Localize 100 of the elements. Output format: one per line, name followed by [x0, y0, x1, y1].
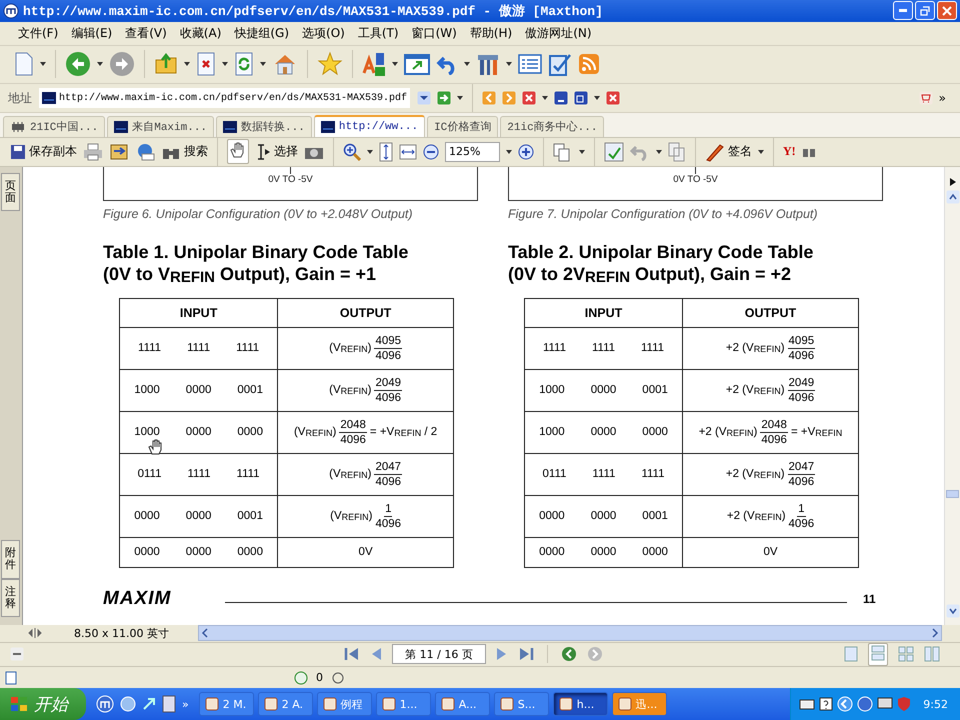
caret-icon[interactable]: [656, 150, 662, 154]
menu-item[interactable]: 编辑(E): [67, 24, 122, 42]
hand-tool-button[interactable]: [227, 139, 249, 164]
scroll-thumb[interactable]: [946, 490, 959, 498]
taskbar-button[interactable]: h...: [552, 692, 608, 716]
horizontal-scrollbar[interactable]: [198, 625, 942, 642]
restore-icon[interactable]: [574, 91, 588, 106]
fit-width-icon[interactable]: [399, 144, 417, 160]
overflow-chevron[interactable]: »: [938, 91, 946, 106]
dropdown-icon[interactable]: [417, 91, 432, 106]
scroll-up-icon[interactable]: [946, 190, 960, 204]
scroll-down-icon[interactable]: [946, 604, 960, 618]
taskbar-button[interactable]: 例程: [316, 692, 372, 716]
cart-icon[interactable]: [918, 91, 933, 106]
caret-icon[interactable]: [40, 62, 46, 66]
folder-icon[interactable]: [154, 52, 178, 76]
caret-icon[interactable]: [260, 62, 266, 66]
stop-icon[interactable]: [196, 52, 216, 76]
tools-icon[interactable]: [476, 52, 500, 76]
caret-icon[interactable]: [184, 62, 190, 66]
menu-item[interactable]: 查看(V): [121, 24, 176, 42]
spellcheck-icon[interactable]: [604, 142, 624, 162]
minimize-icon[interactable]: [554, 91, 568, 106]
restore-button[interactable]: [915, 1, 935, 20]
refresh-icon[interactable]: [234, 52, 254, 76]
page-number-field[interactable]: 第 11 / 16 页: [392, 644, 486, 664]
fit-height-icon[interactable]: [379, 142, 393, 162]
taskbar-button[interactable]: 2 A.: [258, 692, 313, 716]
go-icon[interactable]: [437, 91, 452, 106]
select-tool-button[interactable]: 选择: [255, 142, 298, 161]
collapse-icon[interactable]: [10, 647, 24, 662]
page-icon[interactable]: [14, 52, 34, 76]
save-copy-button[interactable]: 保存副本: [10, 143, 77, 160]
caret-icon[interactable]: [506, 150, 512, 154]
menu-item[interactable]: 工具(T): [354, 24, 408, 42]
menu-item[interactable]: 快捷组(G): [230, 24, 298, 42]
close-icon[interactable]: [606, 91, 620, 106]
caret-icon[interactable]: [97, 62, 103, 66]
star-icon[interactable]: [317, 51, 343, 78]
caret-icon[interactable]: [367, 150, 373, 154]
menu-item[interactable]: 收藏(A): [176, 24, 230, 42]
window-icon[interactable]: [404, 53, 430, 76]
side-tab[interactable]: 附件: [1, 540, 20, 578]
overflow-chevron[interactable]: »: [182, 698, 189, 710]
caret-icon[interactable]: [579, 150, 585, 154]
menu-item[interactable]: 傲游网址(N): [521, 24, 601, 42]
menu-item[interactable]: 文件(F): [14, 24, 68, 42]
sign-button[interactable]: 签名: [705, 142, 752, 162]
menu-item[interactable]: 窗口(W): [408, 24, 466, 42]
yahoo-button[interactable]: Y!: [783, 144, 796, 160]
printer-icon[interactable]: [83, 142, 103, 161]
back-icon[interactable]: [65, 51, 91, 78]
transfer-icon[interactable]: [109, 142, 129, 161]
monitor-icon[interactable]: [877, 697, 894, 711]
minimize-button[interactable]: [893, 1, 913, 20]
caret-icon[interactable]: [758, 150, 764, 154]
browser-tab[interactable]: http://ww...: [314, 114, 426, 137]
split-icon[interactable]: [28, 627, 42, 640]
taskbar-button[interactable]: S...: [494, 692, 549, 716]
side-tab[interactable]: 注释: [1, 578, 20, 617]
edit-icon[interactable]: [548, 52, 572, 76]
browser-tab[interactable]: IC价格查询: [427, 116, 498, 137]
caret-icon[interactable]: [222, 62, 228, 66]
taskbar-button[interactable]: 2 M.: [198, 692, 254, 716]
close-button[interactable]: [937, 1, 957, 20]
hand-cursor-icon[interactable]: [148, 438, 162, 455]
zoom-in-icon[interactable]: [518, 144, 534, 160]
menu-item[interactable]: 选项(O): [298, 24, 354, 42]
arrow-icon[interactable]: [142, 697, 156, 711]
browser-tab[interactable]: 数据转换...: [216, 116, 312, 137]
menu-item[interactable]: 帮助(H): [466, 24, 522, 42]
back-icon[interactable]: [561, 646, 577, 662]
side-tab[interactable]: 页面: [1, 172, 20, 211]
browser-tab[interactable]: 来自Maxim...: [107, 116, 214, 137]
caret-icon[interactable]: [594, 96, 600, 100]
caret-icon[interactable]: [506, 62, 512, 66]
browser-tab[interactable]: 21ic商务中心...: [500, 116, 604, 137]
zoom-out-icon[interactable]: [423, 144, 439, 160]
translate-icon[interactable]: [362, 51, 386, 78]
zoom-in-icon[interactable]: [343, 142, 361, 161]
taskbar-button[interactable]: A...: [434, 692, 490, 716]
first-page-icon[interactable]: [344, 646, 360, 662]
zoom-field[interactable]: 125%: [445, 142, 500, 162]
taskbar-button[interactable]: 1...: [376, 692, 431, 716]
search-button[interactable]: 搜索: [161, 143, 208, 160]
caret-icon[interactable]: [457, 96, 464, 100]
caret-icon[interactable]: [542, 96, 548, 100]
browser-tab[interactable]: 21IC中国...: [3, 116, 106, 137]
close-tab-icon[interactable]: [522, 91, 536, 106]
help-icon[interactable]: [819, 697, 834, 711]
last-page-icon[interactable]: [518, 646, 534, 662]
caret-icon[interactable]: [464, 62, 470, 66]
chevron-left-icon[interactable]: [837, 696, 854, 712]
address-field[interactable]: http://www.maxim-ic.com.cn/pdfserv/en/ds/MAX531-MAX539.pdf: [38, 87, 412, 110]
expand-arrow-icon[interactable]: [948, 176, 956, 187]
start-button[interactable]: 开始: [0, 688, 86, 720]
keyboard-icon[interactable]: [799, 698, 816, 710]
caret-icon[interactable]: [392, 62, 398, 66]
forward-icon[interactable]: [109, 51, 135, 78]
list-icon[interactable]: [518, 54, 542, 74]
